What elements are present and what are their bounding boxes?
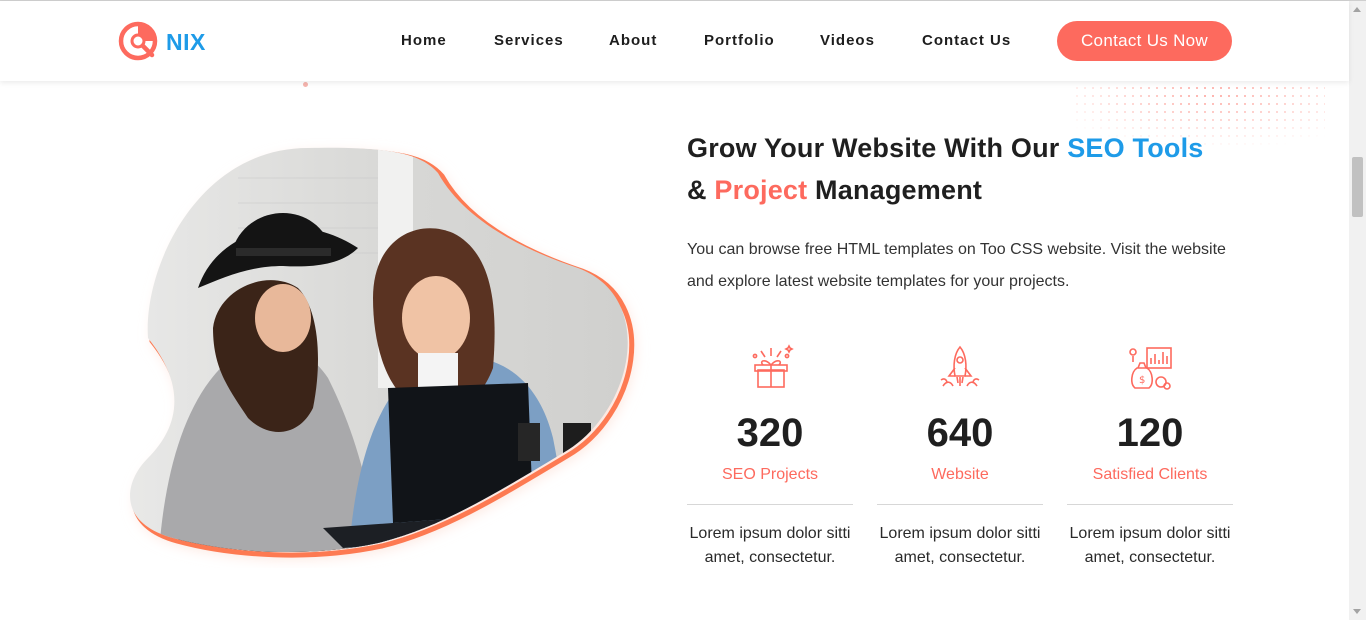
headline-text-2: Management (807, 175, 983, 205)
nav-videos[interactable]: Videos (820, 32, 875, 49)
logo-text: NIX (166, 28, 206, 55)
money-chart-icon: $ (1129, 347, 1172, 390)
stat-label: Website (931, 466, 989, 483)
hero-headline: Grow Your Website With Our SEO Tools & Pr… (687, 127, 1267, 211)
stat-divider (877, 504, 1043, 505)
stat-text: Lorem ipsum dolor sitti amet, consectetu… (689, 525, 851, 566)
headline-amp: & (687, 175, 715, 205)
site-logo[interactable]: NIX (117, 20, 206, 64)
rocket-icon (940, 345, 980, 387)
page-scrollbar[interactable] (1349, 1, 1366, 620)
scroll-thumb[interactable] (1352, 157, 1363, 217)
stat-text: Lorem ipsum dolor sitti amet, consectetu… (879, 525, 1041, 566)
stat-satisfied-clients: $ 120 Satisfied Clients Lorem ipsum dolo… (1067, 343, 1233, 570)
headline-seo-tools: SEO Tools (1067, 133, 1204, 163)
stat-number: 640 (926, 411, 994, 455)
stat-divider (687, 504, 853, 505)
site-header: NIX Home Services About Portfolio Videos… (0, 1, 1349, 81)
headline-text-1: Grow Your Website With Our (687, 133, 1068, 163)
nav-services[interactable]: Services (494, 32, 564, 49)
stat-label: SEO Projects (721, 466, 819, 483)
stat-number: 320 (736, 411, 804, 455)
stat-seo-projects: 320 SEO Projects Lorem ipsum dolor sitti… (687, 343, 853, 570)
headline-project: Project (714, 175, 808, 205)
contact-us-now-button[interactable]: Contact Us Now (1057, 21, 1232, 61)
scroll-down-arrow-icon[interactable] (1353, 609, 1361, 614)
nav-contact-us[interactable]: Contact Us (922, 32, 1011, 49)
nav-about[interactable]: About (609, 32, 657, 49)
logo-mark-icon (118, 21, 158, 61)
nav-home[interactable]: Home (401, 32, 447, 49)
hero-description: You can browse free HTML templates on To… (687, 241, 1226, 290)
stat-divider (1067, 504, 1233, 505)
scroll-up-arrow-icon[interactable] (1353, 7, 1361, 12)
nav-portfolio[interactable]: Portfolio (704, 32, 775, 49)
decorative-dot (303, 82, 308, 87)
gift-box-icon (752, 344, 794, 388)
stat-text: Lorem ipsum dolor sitti amet, consectetu… (1069, 525, 1231, 566)
svg-text:$: $ (1139, 375, 1145, 386)
stat-number: 120 (1116, 411, 1184, 455)
stat-website: 640 Website Lorem ipsum dolor sitti amet… (877, 343, 1043, 570)
stat-label: Satisfied Clients (1092, 466, 1208, 483)
hero-photo-blob (130, 147, 635, 559)
